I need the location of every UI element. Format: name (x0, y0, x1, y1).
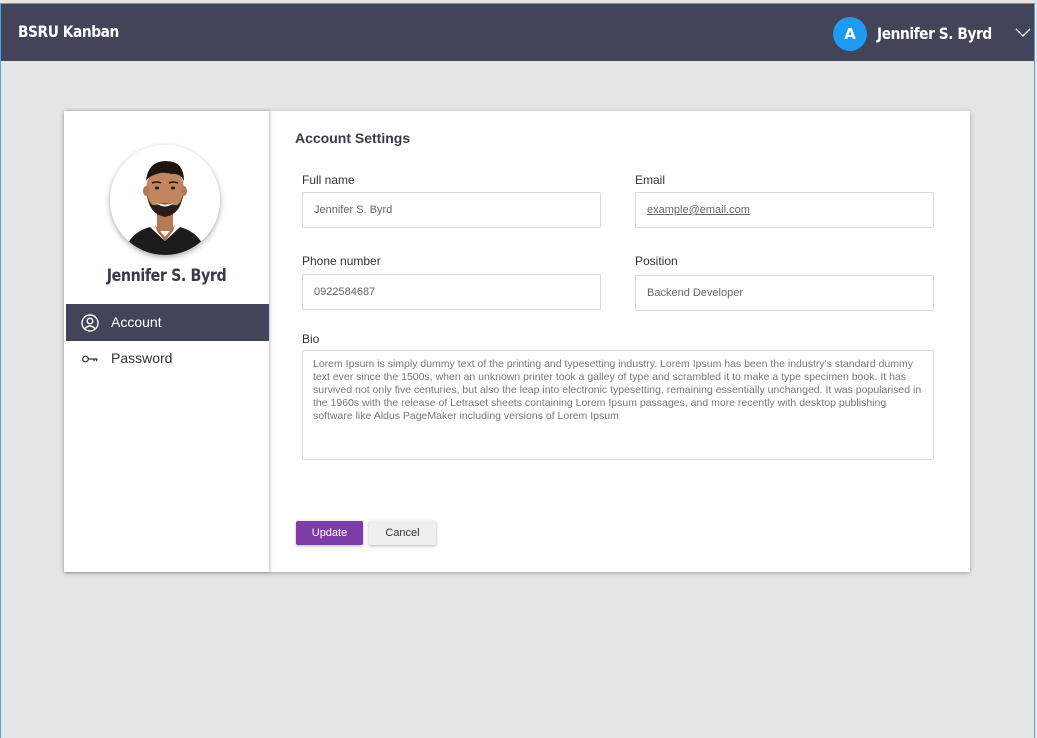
full-name-label: Full name (302, 173, 355, 187)
bio-textarea[interactable]: Lorem Ipsum is simply dummy text of the … (302, 350, 934, 460)
user-name[interactable]: Jennifer S. Byrd (877, 24, 992, 43)
chevron-down-icon[interactable] (1015, 28, 1031, 38)
top-navbar: BSRU Kanban A Jennifer S. Byrd (1, 4, 1035, 61)
position-label: Position (635, 254, 678, 268)
profile-photo (110, 145, 220, 255)
full-name-input[interactable] (302, 192, 601, 228)
email-input[interactable] (635, 192, 934, 228)
email-label: Email (635, 173, 666, 187)
app-title[interactable]: BSRU Kanban (18, 22, 119, 41)
phone-input[interactable] (302, 274, 601, 310)
phone-label: Phone number (302, 254, 381, 268)
account-settings-card: Jennifer S. Byrd Account Password Accoun… (64, 111, 970, 572)
bio-label: Bio (302, 332, 320, 346)
position-input[interactable] (635, 275, 934, 311)
nav-item-label: Account (111, 314, 162, 330)
profile-name: Jennifer S. Byrd (106, 266, 227, 286)
nav-item-account[interactable]: Account (66, 304, 269, 341)
update-button[interactable]: Update (296, 521, 363, 545)
section-title: Account Settings (295, 130, 411, 146)
person-portrait-icon (110, 145, 220, 255)
user-avatar-badge[interactable]: A (833, 17, 867, 51)
nav-item-label: Password (111, 350, 173, 366)
profile-sidebar: Jennifer S. Byrd Account Password (64, 111, 269, 572)
user-circle-icon (81, 314, 99, 332)
key-icon (82, 355, 98, 363)
cancel-button[interactable]: Cancel (369, 521, 436, 545)
nav-item-password[interactable]: Password (66, 340, 269, 377)
